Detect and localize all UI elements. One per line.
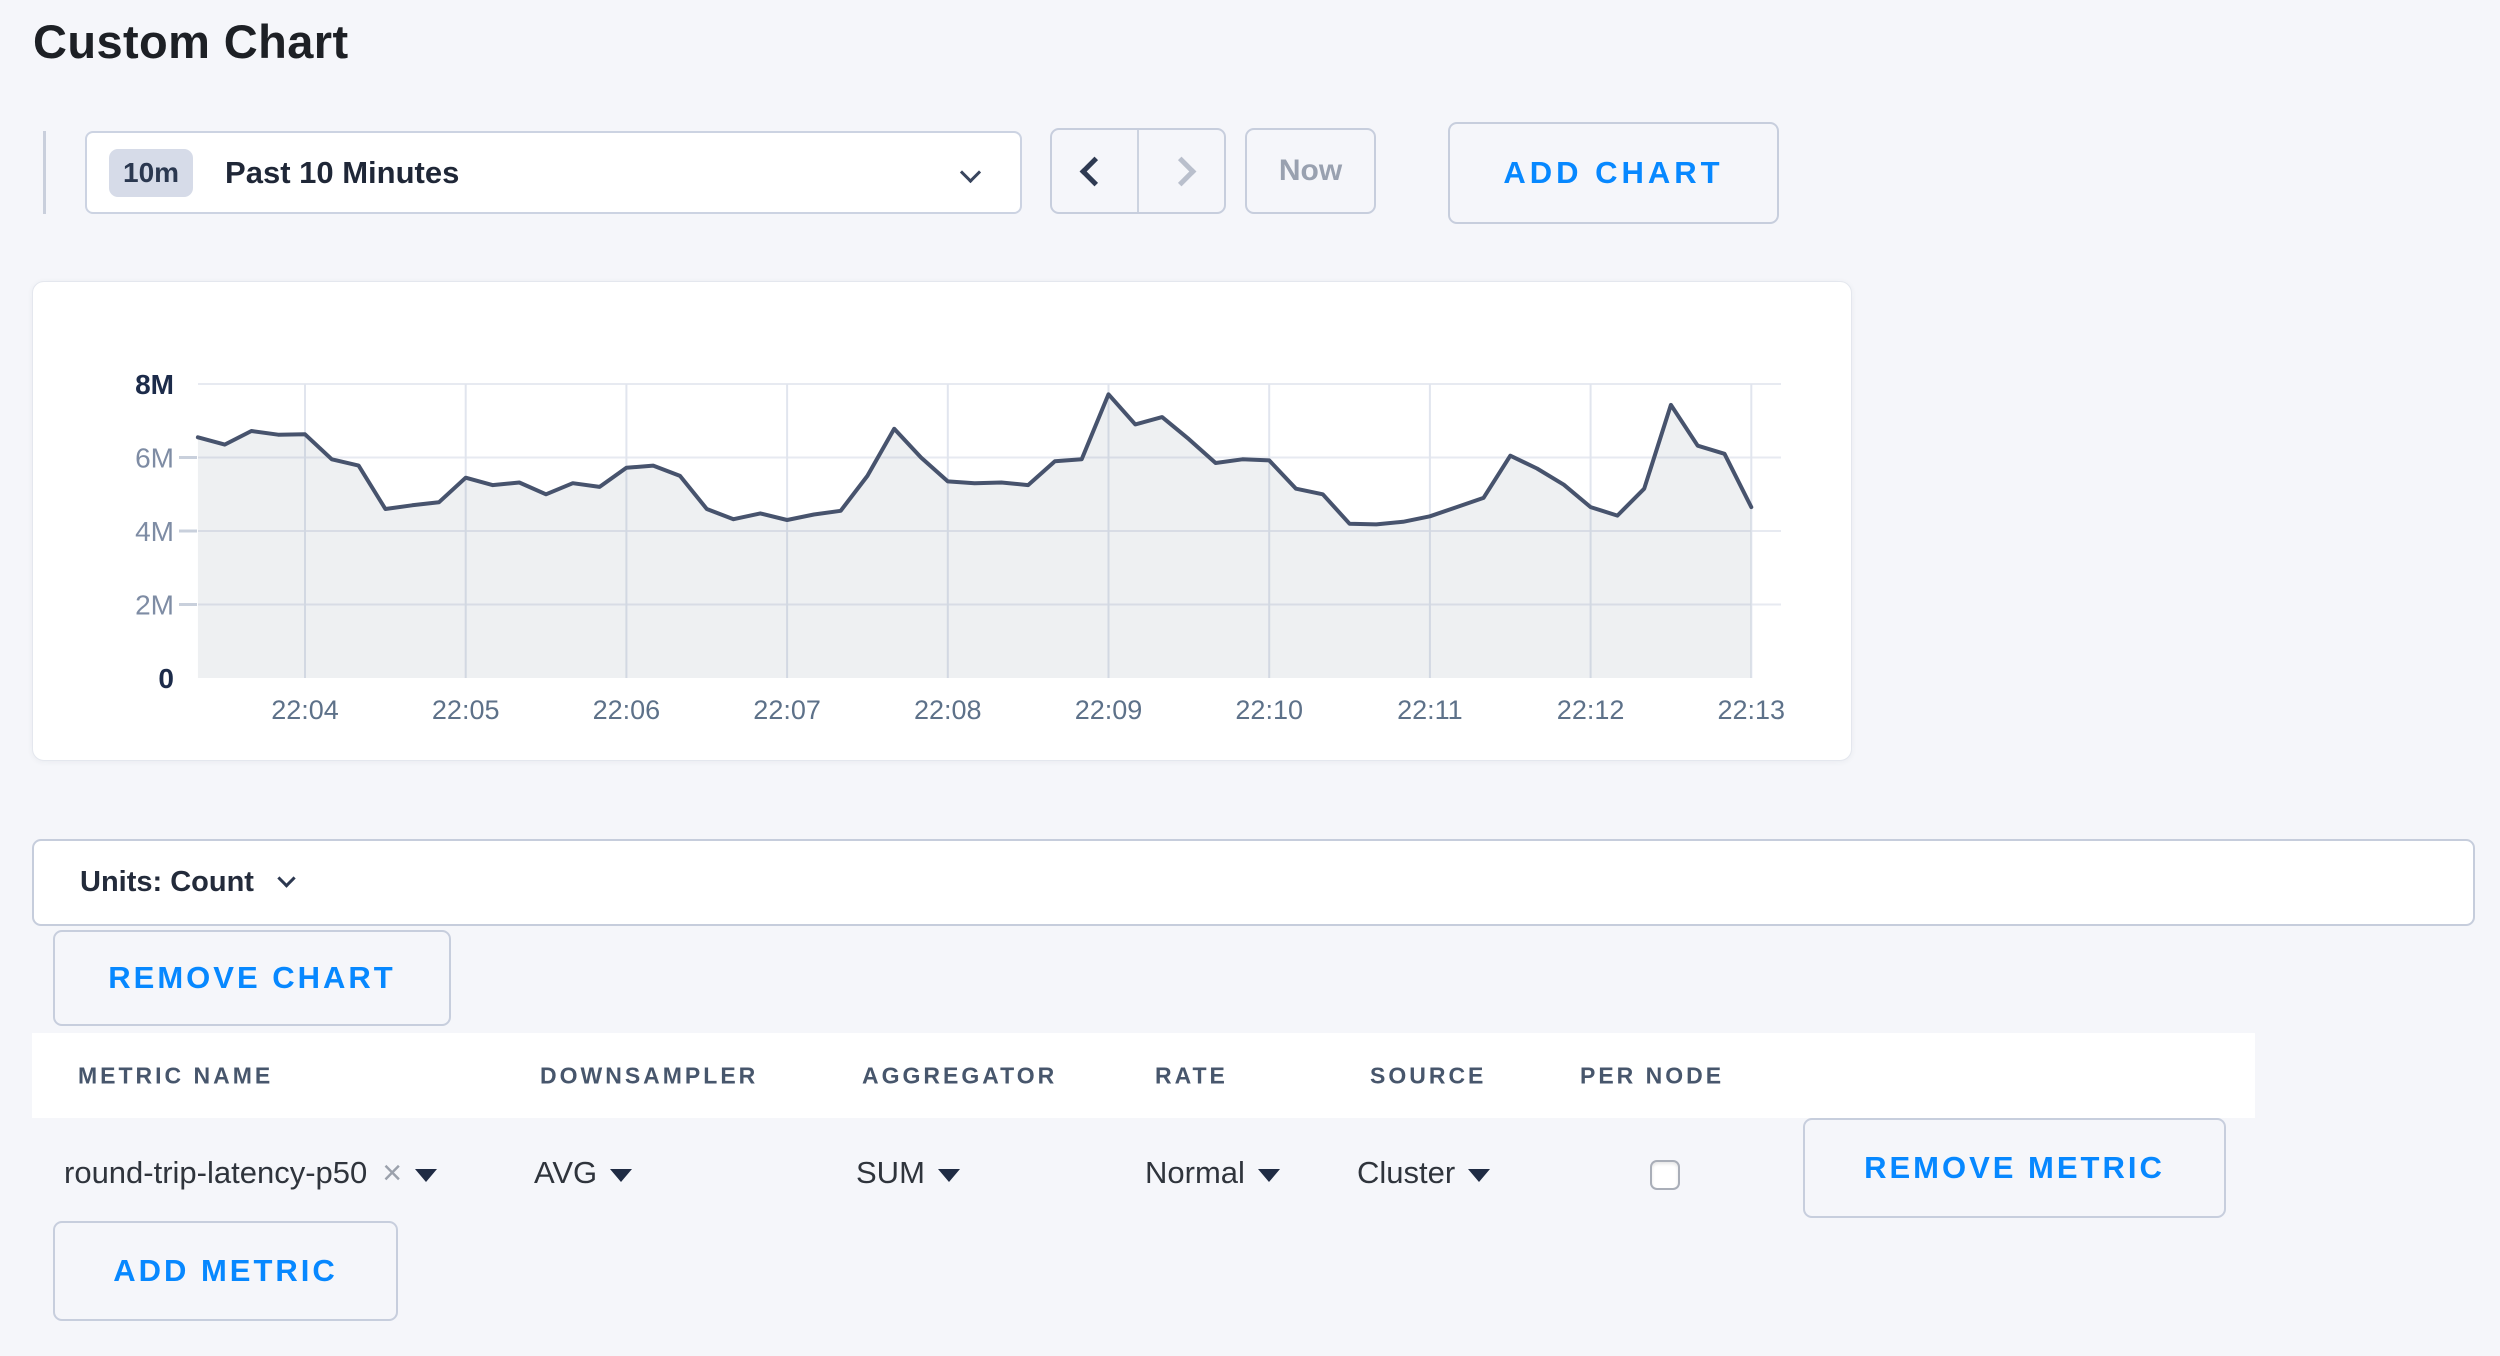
time-range-badge: 10m <box>109 149 193 197</box>
chevron-down-icon <box>277 869 295 887</box>
svg-text:22:10: 22:10 <box>1235 695 1303 725</box>
rate-value: Normal <box>1145 1155 1245 1191</box>
metric-area-chart: 0 2M 4M 6M 8M 22:04 22:05 22:06 22:07 22:08 22:09 2… <box>33 282 1851 760</box>
rate-select[interactable]: Normal <box>1145 1144 1280 1202</box>
svg-text:0: 0 <box>158 663 174 694</box>
add-metric-button[interactable]: ADD METRIC <box>53 1221 398 1321</box>
time-step-buttons <box>1050 128 1226 214</box>
svg-text:2M: 2M <box>135 590 174 621</box>
svg-text:22:05: 22:05 <box>432 695 500 725</box>
add-chart-button[interactable]: ADD CHART <box>1448 122 1779 224</box>
caret-down-icon <box>938 1169 960 1182</box>
next-time-button[interactable] <box>1137 130 1224 212</box>
time-range-select[interactable]: 10m Past 10 Minutes <box>85 131 1022 214</box>
downsampler-value: AVG <box>534 1155 597 1191</box>
remove-metric-button[interactable]: REMOVE METRIC <box>1803 1118 2226 1218</box>
svg-text:22:06: 22:06 <box>593 695 661 725</box>
chevron-down-icon <box>960 162 981 183</box>
per-node-checkbox[interactable] <box>1650 1160 1680 1190</box>
chevron-left-icon <box>1080 156 1110 186</box>
svg-text:22:13: 22:13 <box>1718 695 1786 725</box>
remove-chart-button[interactable]: REMOVE CHART <box>53 930 451 1026</box>
column-header-aggregator: AGGREGATOR <box>862 1062 1057 1089</box>
caret-down-icon <box>610 1169 632 1182</box>
caret-down-icon <box>1258 1169 1280 1182</box>
metric-name-select[interactable]: round-trip-latency-p50 × <box>64 1144 437 1202</box>
metrics-table-header: METRIC NAME DOWNSAMPLER AGGREGATOR RATE … <box>32 1033 2255 1118</box>
column-header-downsampler: DOWNSAMPLER <box>540 1062 758 1089</box>
svg-text:22:11: 22:11 <box>1397 695 1463 725</box>
svg-text:22:08: 22:08 <box>914 695 982 725</box>
source-select[interactable]: Cluster <box>1357 1144 1490 1202</box>
svg-text:22:07: 22:07 <box>753 695 821 725</box>
svg-text:22:09: 22:09 <box>1075 695 1143 725</box>
chart-card: 0 2M 4M 6M 8M 22:04 22:05 22:06 22:07 22:08 22:09 2… <box>32 281 1852 761</box>
aggregator-value: SUM <box>856 1155 925 1191</box>
svg-text:22:12: 22:12 <box>1557 695 1625 725</box>
column-header-source: SOURCE <box>1370 1062 1486 1089</box>
svg-text:4M: 4M <box>135 516 174 547</box>
page-title: Custom Chart <box>33 14 349 69</box>
caret-down-icon <box>415 1169 437 1182</box>
downsampler-select[interactable]: AVG <box>534 1144 632 1202</box>
units-select[interactable]: Units: Count <box>32 839 2475 926</box>
caret-down-icon <box>1468 1169 1490 1182</box>
clear-metric-icon[interactable]: × <box>382 1154 402 1193</box>
aggregator-select[interactable]: SUM <box>856 1144 960 1202</box>
column-header-rate: RATE <box>1155 1062 1228 1089</box>
svg-text:6M: 6M <box>135 443 174 474</box>
chevron-right-icon <box>1167 156 1197 186</box>
column-header-per-node: PER NODE <box>1580 1062 1724 1089</box>
svg-text:22:04: 22:04 <box>271 695 339 725</box>
now-button[interactable]: Now <box>1245 128 1376 214</box>
units-label: Units: Count <box>80 866 254 899</box>
source-value: Cluster <box>1357 1155 1455 1191</box>
svg-text:8M: 8M <box>135 369 174 400</box>
prev-time-button[interactable] <box>1052 130 1137 212</box>
column-header-metric-name: METRIC NAME <box>78 1062 273 1089</box>
metric-name-value: round-trip-latency-p50 <box>64 1155 367 1191</box>
time-range-label: Past 10 Minutes <box>225 155 459 191</box>
custom-chart-page: Custom Chart 10m Past 10 Minutes Now ADD… <box>0 0 2500 1356</box>
toolbar-divider <box>43 131 46 214</box>
